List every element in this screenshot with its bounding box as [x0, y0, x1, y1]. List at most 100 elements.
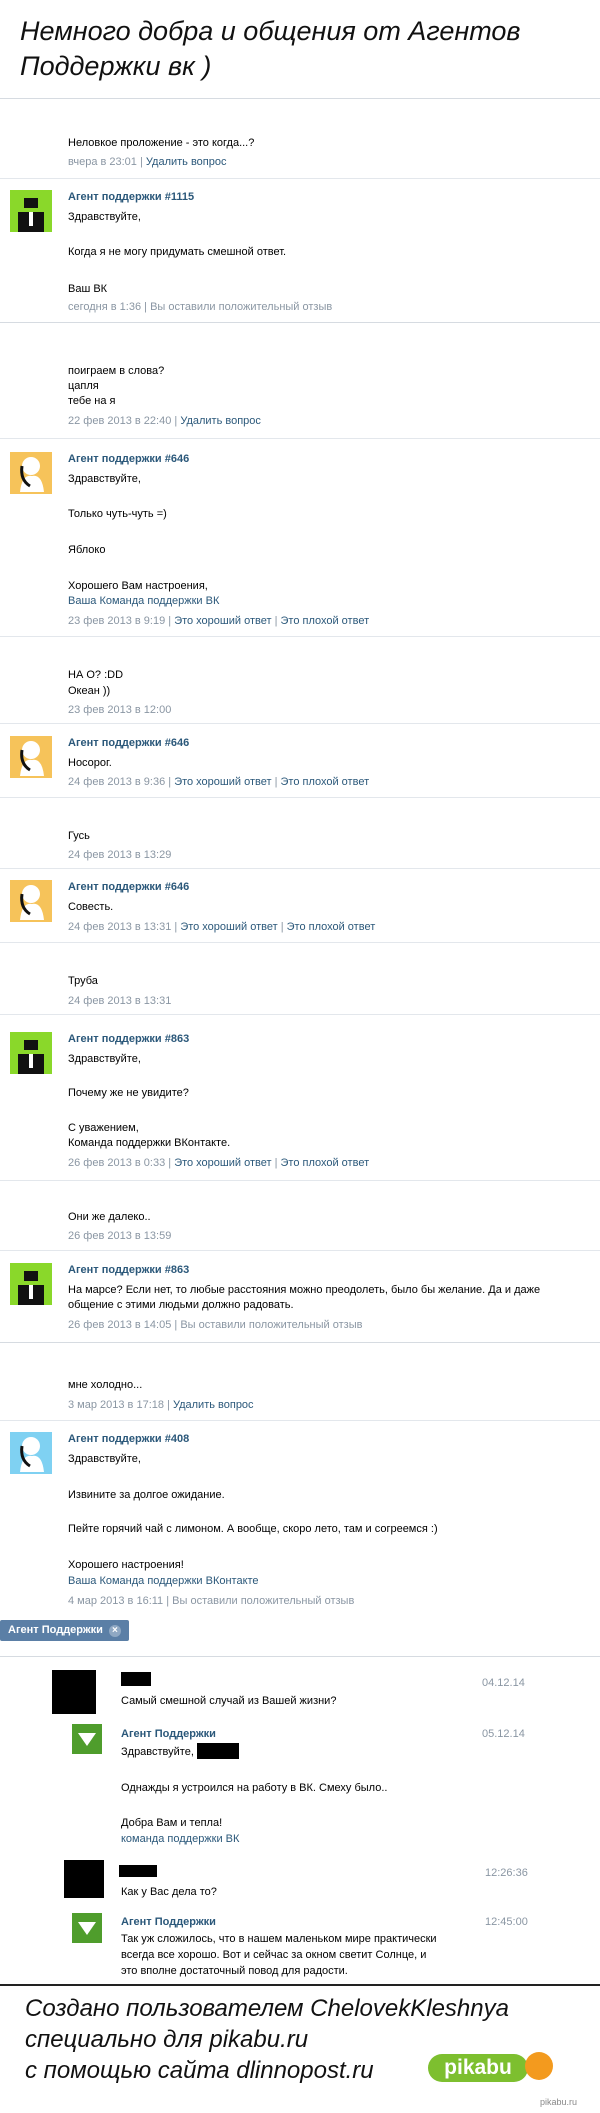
agent-line: Извините за долгое ожидание.: [68, 1489, 225, 1501]
message-date: 12:45:00: [485, 1916, 528, 1928]
question-text: Неловкое проложение - это когда...?: [68, 137, 255, 149]
redacted-name: [119, 1865, 157, 1877]
bad-answer-link[interactable]: Это плохой ответ: [281, 1157, 370, 1169]
page-title: Немного добра и общения от Агентов Подде…: [20, 16, 521, 81]
agent-phone-icon: [20, 1437, 44, 1472]
delete-question-link[interactable]: Удалить вопрос: [146, 156, 227, 168]
agent-line: это вполне достаточный повод для радости…: [121, 1965, 348, 1977]
agent-line: Здравствуйте,: [68, 1453, 141, 1465]
question-text: Они же далеко..: [68, 1211, 151, 1223]
agent-meta: 4 мар 2013 в 16:11 | Вы оставили положит…: [68, 1595, 355, 1607]
divider: [0, 868, 600, 869]
agent-line: Хорошего Вам настроения,: [68, 580, 208, 592]
agent-name[interactable]: Агент поддержки #408: [68, 1432, 189, 1446]
delete-question-link[interactable]: Удалить вопрос: [173, 1399, 254, 1411]
agent-avatar: [10, 452, 52, 494]
agent-name[interactable]: Агент поддержки #863: [68, 1032, 189, 1046]
bad-answer-link[interactable]: Это плохой ответ: [287, 921, 376, 933]
question-text: мне холодно...: [68, 1379, 143, 1391]
agent-avatar: [10, 880, 52, 922]
question-meta: вчера в 23:01 | Удалить вопрос: [68, 156, 227, 168]
agent-line: Здравствуйте,: [68, 473, 141, 485]
question-meta: 3 мар 2013 в 17:18 | Удалить вопрос: [68, 1399, 254, 1411]
good-answer-link[interactable]: Это хороший ответ: [174, 776, 271, 788]
divider: [0, 723, 600, 724]
agent-line: Здравствуйте,: [68, 1053, 141, 1065]
vk-support-logo-icon: [72, 1724, 102, 1754]
divider: [0, 1656, 600, 1657]
agent-line: Однажды я устроился на работу в ВК. Смех…: [121, 1782, 388, 1794]
agent-line: всегда все хорошо. Вот и сейчас за окном…: [121, 1949, 427, 1961]
divider: [0, 438, 600, 439]
timestamp: сегодня в 1:36: [68, 301, 142, 313]
good-answer-link[interactable]: Это хороший ответ: [174, 615, 271, 627]
question-text: поиграем в слова?: [68, 365, 165, 377]
agent-phone-icon: [20, 741, 44, 776]
agent-avatar: [10, 1263, 52, 1305]
agent-line: Команда поддержки ВКонтакте.: [68, 1137, 231, 1149]
agent-signature: команда поддержки ВК: [121, 1833, 240, 1845]
agent-avatar: [10, 736, 52, 778]
agent-line: Носорог.: [68, 757, 112, 769]
agent-line: Ваш ВК: [68, 283, 108, 295]
agent-name[interactable]: Агент поддержки #1115: [68, 190, 194, 204]
agent-name[interactable]: Агент поддержки #646: [68, 880, 189, 894]
agent-line: Добра Вам и тепла!: [121, 1817, 223, 1829]
agent-phone-icon: [20, 885, 44, 920]
timestamp: 26 фев 2013 в 0:33: [68, 1157, 166, 1169]
close-icon[interactable]: ×: [108, 1625, 121, 1637]
agent-silhouette-icon: [18, 198, 44, 232]
agent-name[interactable]: Агент Поддержки: [121, 1915, 216, 1929]
timestamp: 26 фев 2013 в 13:59: [68, 1230, 172, 1242]
pikabu-logo: pikabu: [428, 2054, 528, 2082]
bad-answer-link[interactable]: Это плохой ответ: [281, 776, 370, 788]
pikabu-watermark: pikabu.ru: [540, 2097, 578, 2107]
agent-line: Хорошего настроения!: [68, 1559, 184, 1571]
agent-line: Яблоко: [68, 544, 106, 556]
timestamp: 24 фев 2013 в 13:29: [68, 849, 172, 861]
agent-name[interactable]: Агент Поддержки: [121, 1727, 216, 1741]
timestamp: 23 фев 2013 в 12:00: [68, 704, 172, 716]
divider: [0, 178, 600, 179]
agent-name[interactable]: Агент поддержки #646: [68, 452, 189, 466]
message-date: 05.12.14: [482, 1728, 525, 1740]
divider: [0, 1984, 600, 1986]
agent-line: Здравствуйте,: [68, 211, 141, 223]
redacted-avatar: [64, 1860, 104, 1898]
agent-line: общение с этими людьми должно радовать.: [68, 1299, 294, 1311]
timestamp: 24 фев 2013 в 13:31: [68, 921, 172, 933]
agent-line: Почему же не увидите?: [68, 1087, 189, 1099]
agent-silhouette-icon: [18, 1040, 44, 1074]
divider: [0, 322, 600, 323]
good-answer-link[interactable]: Это хороший ответ: [174, 1157, 271, 1169]
divider: [0, 797, 600, 798]
question-meta: 22 фев 2013 в 22:40 | Удалить вопрос: [68, 415, 261, 427]
question-text: Гусь: [68, 830, 90, 842]
timestamp: вчера в 23:01: [68, 156, 137, 168]
divider: [0, 1420, 600, 1421]
agent-name[interactable]: Агент поддержки #863: [68, 1263, 189, 1277]
agent-avatar: [10, 1432, 52, 1474]
timestamp: 24 фев 2013 в 9:36: [68, 776, 166, 788]
message-text: Самый смешной случай из Вашей жизни?: [121, 1695, 337, 1707]
message-date: 12:26:36: [485, 1867, 528, 1879]
agent-filter-tag[interactable]: Агент Поддержки ×: [0, 1620, 129, 1641]
feedback-status: Вы оставили положительный отзыв: [180, 1319, 363, 1331]
agent-meta: сегодня в 1:36 | Вы оставили положительн…: [68, 301, 333, 313]
agent-greeting: Здравствуйте,: [121, 1746, 194, 1758]
divider: [0, 1342, 600, 1343]
divider: [0, 1014, 600, 1015]
agent-line: Совесть.: [68, 901, 114, 913]
agent-avatar: [10, 190, 52, 232]
question-text: Океан )): [68, 685, 111, 697]
agent-line: С уважением,: [68, 1122, 139, 1134]
agent-line: Ваша Команда поддержки ВК: [68, 595, 220, 607]
good-answer-link[interactable]: Это хороший ответ: [180, 921, 277, 933]
agent-line: На марсе? Если нет, то любые расстояния …: [68, 1284, 541, 1296]
agent-line: Только чуть-чуть =): [68, 508, 167, 520]
agent-name[interactable]: Агент поддержки #646: [68, 736, 189, 750]
redacted-name: [121, 1672, 151, 1686]
bad-answer-link[interactable]: Это плохой ответ: [281, 615, 370, 627]
delete-question-link[interactable]: Удалить вопрос: [180, 415, 261, 427]
vk-support-logo-icon: [72, 1913, 102, 1943]
